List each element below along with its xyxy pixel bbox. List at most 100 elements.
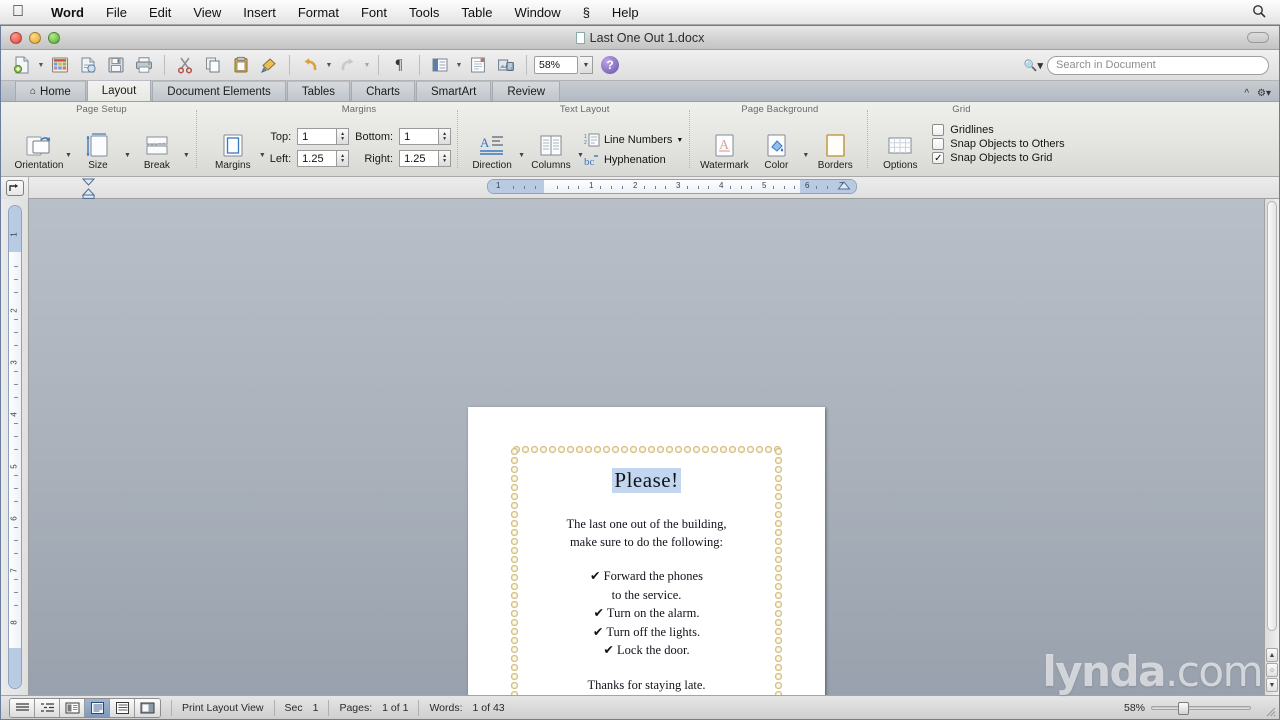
first-line-indent-marker[interactable]: [81, 177, 97, 199]
document-canvas[interactable]: Please! The last one out of the building…: [29, 199, 1264, 695]
copy-icon[interactable]: [200, 53, 226, 77]
snap-objects-to-grid-row[interactable]: ✓ Snap Objects to Grid: [932, 152, 1064, 164]
sidebar-toggle-icon[interactable]: [427, 53, 453, 77]
snap-objects-to-others-row[interactable]: Snap Objects to Others: [932, 138, 1065, 150]
size-button[interactable]: Size: [72, 129, 124, 171]
break-caret-icon[interactable]: ▼: [183, 152, 190, 159]
columns-caret-icon[interactable]: ▼: [577, 152, 584, 159]
break-button[interactable]: Break: [131, 129, 183, 171]
publishing-layout-view-icon[interactable]: [60, 698, 85, 717]
watermark-button[interactable]: A Watermark: [698, 129, 750, 171]
format-painter-icon[interactable]: [256, 53, 282, 77]
gridlines-checkbox[interactable]: [932, 124, 945, 136]
menu-item-font[interactable]: Font: [350, 5, 398, 20]
hyphenation-button[interactable]: bc Hyphenation: [584, 152, 683, 168]
margin-bottom-field[interactable]: 1 ▲ ▼: [399, 128, 452, 145]
scroll-up-arrow[interactable]: ▲: [1266, 648, 1278, 662]
borders-button[interactable]: Borders: [809, 129, 861, 171]
orientation-caret-icon[interactable]: ▼: [65, 152, 72, 159]
redo-icon[interactable]: [335, 53, 361, 77]
apple-logo-icon[interactable]: : [12, 4, 24, 20]
page-color-button[interactable]: Color: [750, 129, 802, 171]
undo-caret-icon[interactable]: ▼: [325, 62, 333, 69]
margin-left-input[interactable]: 1.25: [297, 150, 338, 167]
resize-grip-icon[interactable]: [1264, 705, 1276, 717]
right-indent-marker[interactable]: [837, 179, 851, 191]
margin-right-field[interactable]: 1.25 ▲ ▼: [399, 150, 452, 167]
menu-item-script[interactable]: §: [572, 5, 601, 20]
tab-home[interactable]: ⌂ Home: [15, 81, 86, 101]
zoom-stepper[interactable]: ▼: [580, 56, 593, 74]
spotlight-search-icon[interactable]: [1252, 4, 1266, 21]
margin-bottom-stepper[interactable]: ▲ ▼: [439, 128, 452, 145]
show-formatting-marks-icon[interactable]: ¶: [386, 53, 412, 77]
redo-caret-icon[interactable]: ▼: [363, 62, 371, 69]
direction-button[interactable]: A Direction: [466, 129, 518, 171]
menu-item-table[interactable]: Table: [450, 5, 503, 20]
browse-object-button[interactable]: ○: [1266, 663, 1278, 677]
margin-bottom-input[interactable]: 1: [399, 128, 440, 145]
zoom-slider-knob[interactable]: [1178, 701, 1189, 715]
margin-top-stepper[interactable]: ▲ ▼: [337, 128, 350, 145]
print-icon[interactable]: [131, 53, 157, 77]
line-numbers-button[interactable]: 12 Line Numbers ▼: [584, 132, 683, 148]
help-button[interactable]: ?: [601, 56, 619, 74]
document-text-content[interactable]: Please! The last one out of the building…: [519, 468, 774, 695]
margins-caret-icon[interactable]: ▼: [259, 152, 266, 159]
horizontal-ruler[interactable]: 1 1 2 3 4 5 6 7: [487, 179, 857, 194]
search-input[interactable]: Search in Document: [1047, 55, 1269, 75]
vertical-scrollbar-thumb[interactable]: [1267, 201, 1277, 631]
tab-document-elements[interactable]: Document Elements: [152, 81, 286, 101]
line-numbers-caret-icon[interactable]: ▼: [676, 137, 683, 144]
notebook-layout-view-icon[interactable]: [110, 698, 135, 717]
grid-options-button[interactable]: Options: [874, 129, 926, 171]
vertical-scrollbar[interactable]: ▲ ○ ▼: [1264, 199, 1279, 695]
page-color-caret-icon[interactable]: ▼: [802, 152, 809, 159]
zoom-slider[interactable]: [1151, 701, 1251, 715]
save-icon[interactable]: [103, 53, 129, 77]
zoom-level-input[interactable]: 58%: [534, 56, 578, 74]
sidebar-caret-icon[interactable]: ▼: [455, 62, 463, 69]
menu-item-tools[interactable]: Tools: [398, 5, 450, 20]
gridlines-checkbox-row[interactable]: Gridlines: [932, 124, 1064, 136]
focus-view-icon[interactable]: [135, 698, 160, 717]
menu-item-window[interactable]: Window: [503, 5, 571, 20]
vertical-ruler[interactable]: 1 2 3 4 5 6 7 8: [1, 199, 29, 695]
scroll-down-arrow[interactable]: ▼: [1266, 678, 1278, 692]
tab-charts[interactable]: Charts: [351, 81, 415, 101]
undo-icon[interactable]: [297, 53, 323, 77]
template-gallery-icon[interactable]: [47, 53, 73, 77]
orientation-button[interactable]: Orientation: [13, 129, 65, 171]
menu-item-edit[interactable]: Edit: [138, 5, 182, 20]
snap-objects-to-others-checkbox[interactable]: [932, 138, 945, 150]
menu-item-help[interactable]: Help: [601, 5, 650, 20]
menu-item-view[interactable]: View: [182, 5, 232, 20]
menu-item-file[interactable]: File: [95, 5, 138, 20]
direction-caret-icon[interactable]: ▼: [518, 152, 525, 159]
margin-right-stepper[interactable]: ▲ ▼: [439, 150, 452, 167]
columns-button[interactable]: Columns: [525, 129, 577, 171]
draft-view-icon[interactable]: [10, 698, 35, 717]
menu-item-insert[interactable]: Insert: [232, 5, 287, 20]
gear-icon[interactable]: ⚙▾: [1257, 88, 1271, 99]
chevron-up-icon[interactable]: ^: [1244, 88, 1249, 99]
magnifier-icon[interactable]: 🔍▾: [1024, 59, 1043, 72]
cut-icon[interactable]: [172, 53, 198, 77]
margin-top-field[interactable]: 1 ▲ ▼: [297, 128, 350, 145]
tab-selector-button[interactable]: [1, 177, 29, 199]
notebook-icon[interactable]: [465, 53, 491, 77]
margins-button[interactable]: Margins: [207, 129, 259, 171]
snap-objects-to-grid-checkbox[interactable]: ✓: [932, 152, 945, 164]
menu-item-word[interactable]: Word: [40, 5, 95, 20]
tab-layout[interactable]: Layout: [86, 80, 152, 101]
margin-right-input[interactable]: 1.25: [399, 150, 440, 167]
print-layout-view-icon[interactable]: [85, 698, 110, 717]
size-caret-icon[interactable]: ▼: [124, 152, 131, 159]
tab-review[interactable]: Review: [492, 81, 561, 101]
margin-top-input[interactable]: 1: [297, 128, 338, 145]
margin-left-stepper[interactable]: ▲ ▼: [337, 150, 350, 167]
outline-view-icon[interactable]: [35, 698, 60, 717]
media-browser-icon[interactable]: [493, 53, 519, 77]
paste-icon[interactable]: [228, 53, 254, 77]
tab-smartart[interactable]: SmartArt: [415, 81, 492, 101]
